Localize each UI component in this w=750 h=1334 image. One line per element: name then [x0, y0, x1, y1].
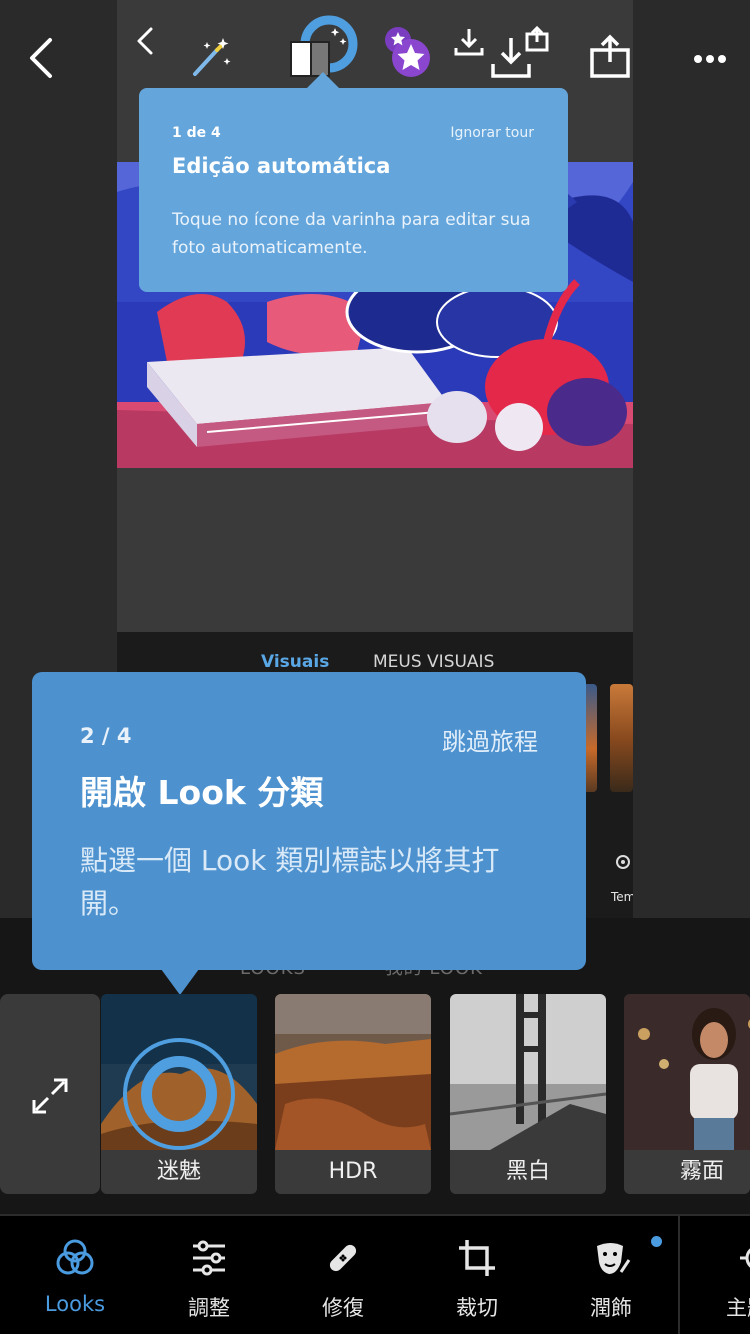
nav-label: 潤飾: [590, 1296, 632, 1320]
tour-focus-ring: [123, 1038, 235, 1150]
expand-icon: [32, 1078, 68, 1114]
look-thumbnail: [450, 994, 606, 1150]
look-label: 黑白: [450, 1150, 606, 1194]
nav-retouch[interactable]: 潤飾: [544, 1216, 678, 1334]
inner-theme-icon[interactable]: [613, 852, 633, 872]
inner-tab-my-visuals[interactable]: MEUS VISUAIS: [373, 652, 494, 672]
nav-label: 修復: [322, 1296, 364, 1320]
tour-tooltip-1: 1 de 4 Ignorar tour Edição automática To…: [139, 88, 568, 292]
look-card-glamour[interactable]: 迷魅: [101, 994, 257, 1194]
nav-label: Looks: [44, 1292, 106, 1316]
sliders-icon: [193, 1240, 225, 1276]
tour-tooltip-1-pointer: [307, 72, 339, 88]
tour-tooltip-2-pointer: [161, 969, 199, 995]
magic-wand-icon[interactable]: [189, 36, 233, 80]
nav-looks[interactable]: Looks: [8, 1216, 142, 1334]
nav-label: 裁切: [456, 1296, 498, 1320]
nav-crop[interactable]: 裁切: [410, 1216, 544, 1334]
share-icon[interactable]: [589, 34, 631, 78]
nav-adjust[interactable]: 調整: [142, 1216, 276, 1334]
bottom-tool-bar: Looks 調整 修復 裁切 潤飾 主: [0, 1214, 750, 1334]
tour-title: Edição automática: [172, 154, 391, 178]
look-thumbnail: [275, 994, 431, 1150]
expand-looks-button[interactable]: [0, 994, 100, 1194]
tour-body: 點選一個 Look 類別標誌以將其打開。: [80, 844, 500, 920]
look-label: HDR: [275, 1150, 431, 1194]
more-options-icon[interactable]: [690, 50, 730, 68]
inner-tab-visuals[interactable]: Visuais: [261, 652, 329, 672]
look-thumbnail: [624, 994, 750, 1150]
premium-stars-icon[interactable]: [383, 26, 433, 78]
look-card-matte[interactable]: 霧面: [624, 994, 750, 1194]
nav-theme[interactable]: 主題: [680, 1216, 750, 1334]
look-label: 霧面: [624, 1150, 750, 1194]
crop-icon: [459, 1240, 495, 1276]
tour-step-counter: 2 / 4: [80, 724, 132, 748]
looks-icon: [56, 1239, 94, 1275]
skip-tour-link[interactable]: Ignorar tour: [450, 125, 534, 141]
looks-strip: 迷魅 HDR 黑白 霧面: [0, 994, 750, 1194]
tour-body: Toque no ícone da varinha para editar su…: [172, 210, 531, 258]
nav-label: 調整: [188, 1296, 230, 1320]
tour-title: 開啟 Look 分類: [80, 773, 324, 812]
download-share-icon[interactable]: [489, 26, 553, 80]
inner-theme-label: Tem: [611, 890, 633, 904]
theme-icon: [740, 1248, 750, 1268]
skip-tour-link[interactable]: 跳過旅程: [442, 722, 538, 757]
back-chevron-icon[interactable]: [22, 36, 62, 80]
nav-heal[interactable]: 修復: [276, 1216, 410, 1334]
face-retouch-icon: [597, 1243, 631, 1274]
look-card-hdr[interactable]: HDR: [275, 994, 431, 1194]
nav-label: 主題: [726, 1296, 750, 1320]
inner-back-chevron-icon[interactable]: [135, 26, 155, 56]
look-card-bw[interactable]: 黑白: [450, 994, 606, 1194]
tour-tooltip-2: 2 / 4 跳過旅程 開啟 Look 分類 點選一個 Look 類別標誌以將其打…: [32, 672, 586, 970]
tour-step-counter: 1 de 4: [172, 125, 221, 141]
new-feature-dot: [651, 1236, 662, 1247]
look-label: 迷魅: [101, 1150, 257, 1194]
download-icon[interactable]: [453, 26, 485, 58]
inner-visual-thumbnail[interactable]: [610, 684, 633, 792]
bandage-icon: [329, 1244, 357, 1272]
